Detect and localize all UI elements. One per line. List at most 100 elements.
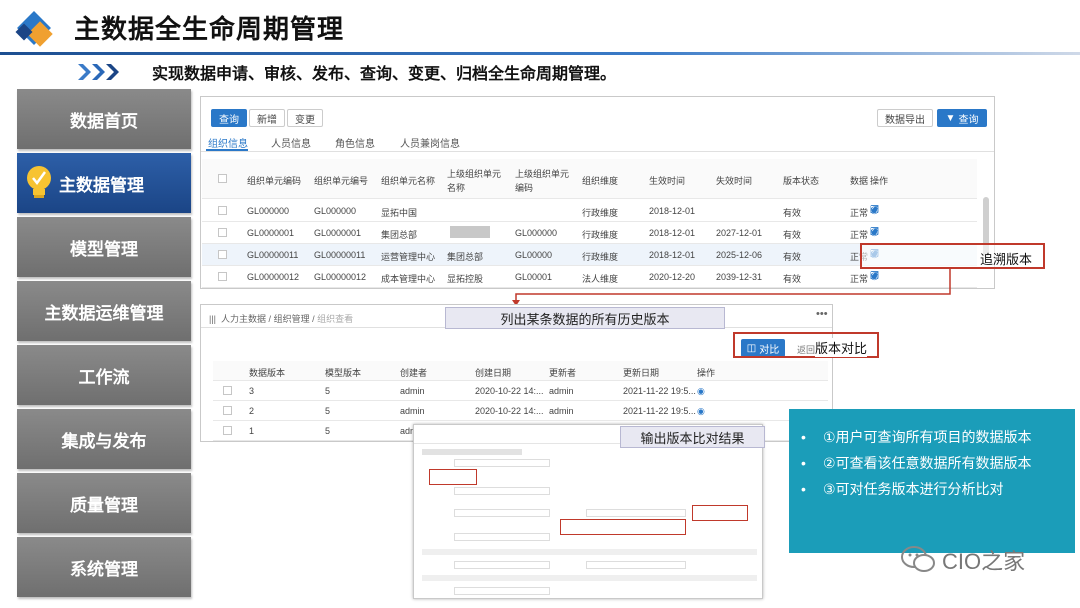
- breadcrumb-item[interactable]: 组织管理: [274, 314, 310, 324]
- copy-icon[interactable]: ❐: [870, 271, 879, 282]
- column-header: 操作: [870, 176, 889, 186]
- cell: 有效: [783, 208, 802, 218]
- field-box: [454, 509, 550, 517]
- copy-icon[interactable]: ❐: [870, 227, 879, 238]
- table-header: 数据版本 模型版本 创建者 创建日期 更新者 更新日期 操作: [213, 361, 828, 381]
- row-checkbox[interactable]: [223, 386, 232, 395]
- sidebar-item-master-data[interactable]: 主数据管理: [17, 153, 191, 213]
- row-checkbox[interactable]: [223, 406, 232, 415]
- cell: 有效: [783, 274, 802, 284]
- feature-bullet: ①用户可查询所有项目的数据版本: [789, 427, 1075, 453]
- diff-highlight: [692, 505, 748, 521]
- copy-icon[interactable]: ❐: [870, 205, 879, 216]
- tab-concurrent-post[interactable]: 人员兼岗信息: [400, 135, 460, 150]
- output-result-callout: 输出版本比对结果: [620, 426, 765, 448]
- trace-version-label: 追溯版本: [980, 252, 1033, 267]
- column-header: 组织单元编码: [247, 176, 302, 186]
- cell: GL0000001: [314, 228, 362, 238]
- tab-role-info[interactable]: 角色信息: [335, 135, 375, 150]
- sidebar-item-workflow[interactable]: 工作流: [17, 345, 191, 405]
- table-row[interactable]: GL00000012 GL00000012 成本管理中心 显拓控股 GL0000…: [202, 266, 977, 288]
- query-tab-button[interactable]: 查询: [211, 109, 247, 127]
- tab-org-info[interactable]: 组织信息: [208, 135, 248, 150]
- column-header: 组织单元名称: [381, 176, 436, 186]
- sidebar-item-integration[interactable]: 集成与发布: [17, 409, 191, 469]
- cell: 有效: [783, 252, 802, 262]
- watermark: CIO之家: [900, 544, 1025, 576]
- select-all-checkbox[interactable]: [218, 174, 227, 183]
- sidebar-item-quality[interactable]: 质量管理: [17, 473, 191, 533]
- column-header: 创建日期: [475, 368, 512, 378]
- cell: GL00000011: [247, 250, 299, 260]
- table-row[interactable]: 3 5 admin 2020-10-22 14:... admin 2021-1…: [213, 381, 828, 401]
- row-checkbox[interactable]: [223, 426, 232, 435]
- cell: 2025-12-06: [716, 250, 763, 260]
- field-box: [454, 561, 550, 569]
- tab-person-info[interactable]: 人员信息: [271, 135, 311, 150]
- sidebar-item-ops[interactable]: 主数据运维管理: [17, 281, 191, 341]
- table-row[interactable]: GL000000 GL000000 显拓中国 行政维度 2018-12-01 有…: [202, 200, 977, 222]
- sidebar-item-label: 模型管理: [70, 239, 138, 259]
- cell: 2021-11-22 19:5...: [623, 386, 696, 396]
- cell: 2027-12-01: [716, 228, 763, 238]
- export-button[interactable]: 数据导出: [877, 109, 933, 127]
- cell: 集团总部: [381, 230, 418, 240]
- section-bar: [422, 449, 522, 455]
- sidebar-item-label: 工作流: [78, 367, 130, 387]
- cell: GL00000012: [247, 272, 300, 282]
- column-header: 数据版本: [249, 368, 286, 378]
- view-icon[interactable]: ◉: [697, 386, 705, 397]
- filter-icon: ▼: [945, 112, 956, 124]
- watermark-text: CIO之家: [942, 549, 1026, 574]
- column-header: 更新者: [549, 368, 577, 378]
- sidebar-item-data-home[interactable]: 数据首页: [17, 89, 191, 149]
- sidebar-item-system[interactable]: 系统管理: [17, 537, 191, 597]
- logo-icon: [15, 11, 53, 47]
- search-button[interactable]: ▼ 查询: [937, 109, 987, 127]
- cell: 2039-12-31: [716, 272, 763, 282]
- sidebar-item-label: 数据首页: [70, 111, 138, 131]
- change-button[interactable]: 变更: [287, 109, 323, 127]
- wechat-icon: [901, 546, 935, 572]
- cell: GL00000011: [314, 250, 366, 260]
- cell: 5: [325, 406, 331, 416]
- cell: 有效: [783, 230, 802, 240]
- add-button[interactable]: 新增: [249, 109, 285, 127]
- cell: 2018-12-01: [649, 228, 696, 238]
- sidebar-item-model[interactable]: 模型管理: [17, 217, 191, 277]
- more-icon[interactable]: •••: [816, 308, 828, 320]
- table-row[interactable]: 2 5 admin 2020-10-22 14:... admin 2021-1…: [213, 401, 828, 421]
- row-checkbox[interactable]: [218, 228, 227, 237]
- cell: GL000000: [314, 206, 357, 216]
- section-bar: [422, 549, 757, 555]
- sidebar-item-label: 主数据管理: [59, 175, 144, 195]
- table-header: 组织单元编码 组织单元编号 组织单元名称 上级组织单元名称 上级组织单元编码 组…: [202, 159, 977, 199]
- page-subtitle: 实现数据申请、审核、发布、查询、变更、归档全生命周期管理。: [152, 66, 617, 83]
- tab-divider: [201, 151, 994, 152]
- breadcrumb-item[interactable]: 人力主数据: [221, 314, 266, 324]
- field-box: [454, 487, 550, 495]
- section-bar: [422, 575, 757, 581]
- view-icon[interactable]: ◉: [697, 406, 705, 417]
- field-box: [454, 533, 550, 541]
- cell: 正常: [850, 230, 868, 240]
- page-title: 主数据全生命周期管理: [74, 14, 345, 44]
- feature-bullet: ③可对任务版本进行分析比对: [789, 479, 1075, 505]
- column-header: 上级组织单元名称: [447, 169, 502, 193]
- breadcrumb-item: 组织查看: [317, 314, 354, 324]
- column-header: 创建者: [400, 368, 428, 378]
- cell: 1: [249, 426, 255, 436]
- cell: 2018-12-01: [649, 206, 696, 216]
- row-checkbox[interactable]: [218, 250, 227, 259]
- column-header: 模型版本: [325, 368, 362, 378]
- cell: 3: [249, 386, 255, 396]
- cell: 显拓控股: [447, 274, 484, 284]
- diff-highlight: [560, 519, 686, 535]
- row-checkbox[interactable]: [218, 206, 227, 215]
- table-row[interactable]: GL0000001 GL0000001 集团总部 GL000000 行政维度 2…: [202, 222, 977, 244]
- cell: admin: [549, 406, 574, 416]
- cell: GL00000: [515, 250, 553, 260]
- search-button-label: 查询: [958, 114, 979, 126]
- row-checkbox[interactable]: [218, 272, 227, 281]
- title-divider: [0, 52, 1080, 55]
